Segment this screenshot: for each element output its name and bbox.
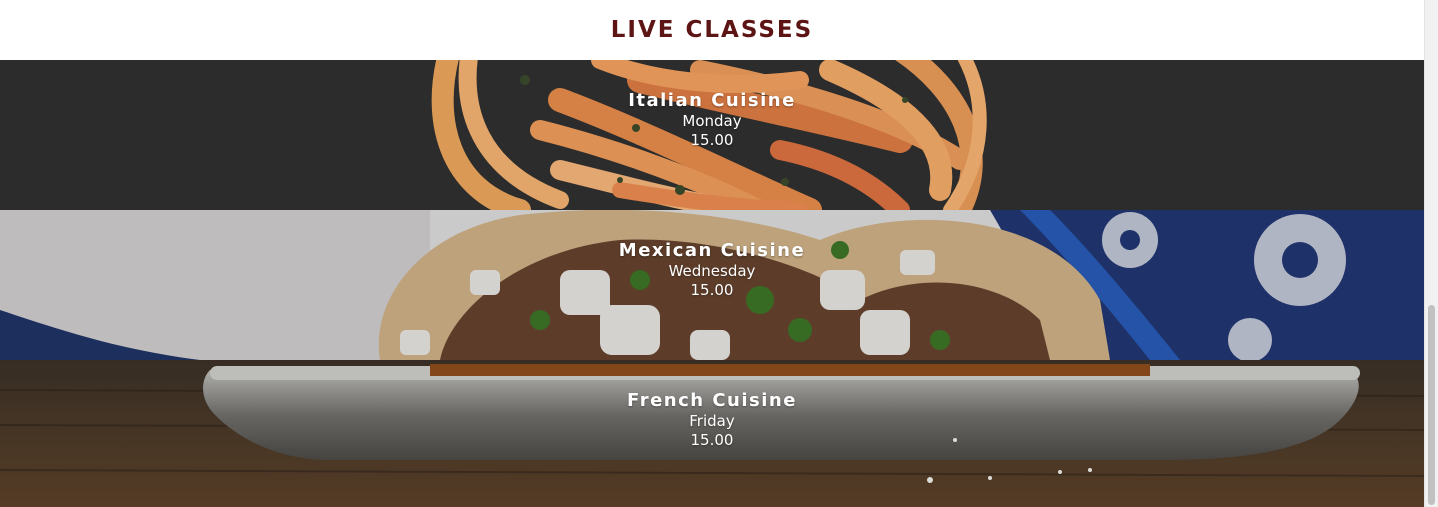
class-info: French Cuisine Friday 15.00 <box>0 390 1424 450</box>
class-name: French Cuisine <box>627 390 797 411</box>
class-day: Friday <box>689 412 735 430</box>
class-day: Monday <box>682 112 742 130</box>
class-name: Italian Cuisine <box>628 90 796 111</box>
class-band-italian[interactable]: Italian Cuisine Monday 15.00 <box>0 60 1424 210</box>
page-scrollbar[interactable] <box>1424 0 1438 507</box>
class-band-french[interactable]: French Cuisine Friday 15.00 <box>0 360 1424 507</box>
class-band-mexican[interactable]: Mexican Cuisine Wednesday 15.00 <box>0 210 1424 360</box>
section-header: LIVE CLASSES <box>0 0 1424 60</box>
class-day: Wednesday <box>668 262 756 280</box>
class-info: Italian Cuisine Monday 15.00 <box>0 90 1424 150</box>
class-name: Mexican Cuisine <box>618 240 806 261</box>
section-title: LIVE CLASSES <box>610 17 814 43</box>
scrollbar-thumb[interactable] <box>1428 305 1435 505</box>
class-time: 15.00 <box>690 131 734 149</box>
class-time: 15.00 <box>690 431 734 449</box>
class-time: 15.00 <box>690 281 734 299</box>
live-classes-section: LIVE CLASSES Italian Cuisine Monday 15.0… <box>0 0 1424 507</box>
page: LIVE CLASSES Italian Cuisine Monday 15.0… <box>0 0 1438 507</box>
class-info: Mexican Cuisine Wednesday 15.00 <box>0 240 1424 300</box>
